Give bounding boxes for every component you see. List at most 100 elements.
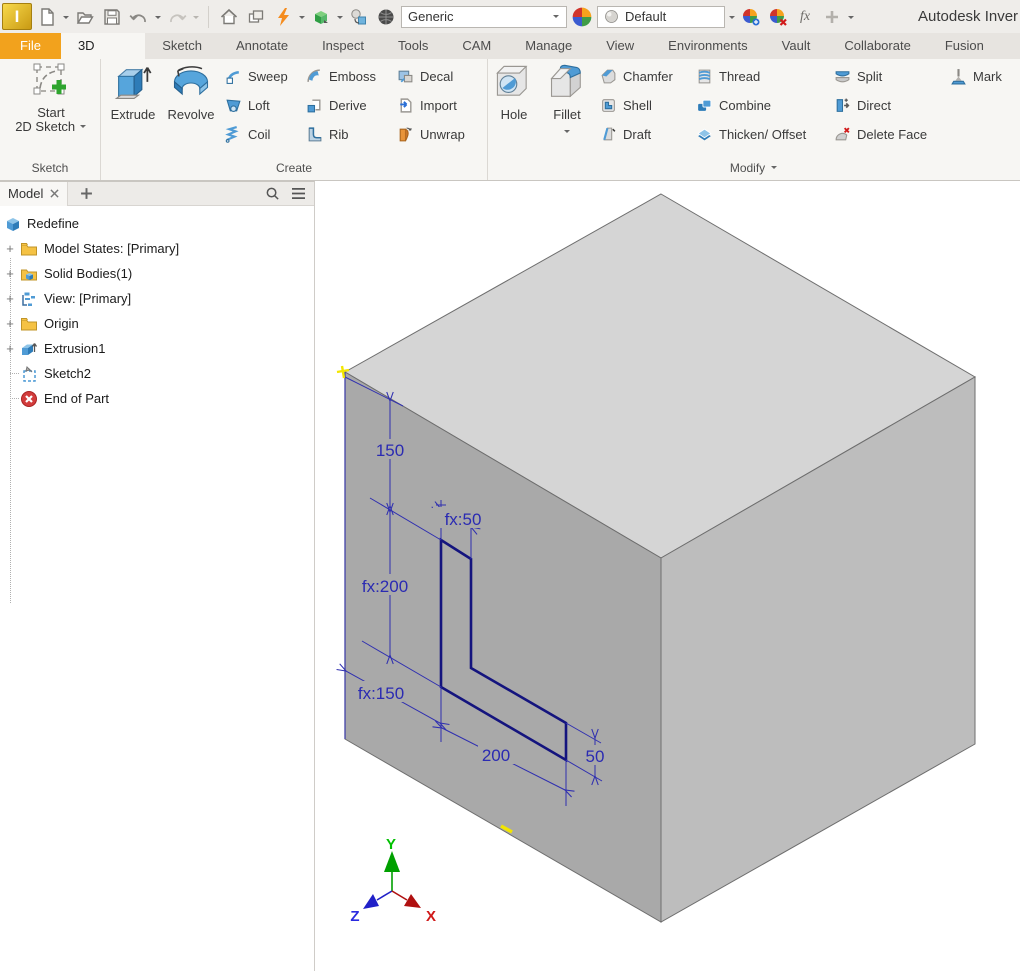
close-icon[interactable] xyxy=(50,189,59,198)
split-button[interactable]: Split xyxy=(834,66,944,86)
panel-create: Extrude Revolve Sweep Loft Coil xyxy=(101,59,488,180)
appearance-dropdown[interactable]: Default xyxy=(597,6,725,28)
search-icon[interactable] xyxy=(262,184,282,204)
material-icon[interactable] xyxy=(309,4,333,30)
extrude-button[interactable]: Extrude xyxy=(106,62,160,122)
cube-solid[interactable] xyxy=(345,194,975,922)
extrude-icon xyxy=(113,62,153,104)
clear-appearance-icon[interactable] xyxy=(766,4,790,30)
tree-item-view-rep[interactable]: + View: [Primary] xyxy=(0,286,314,311)
combine-button[interactable]: Combine xyxy=(696,95,828,115)
customize-qat-caret-icon[interactable] xyxy=(848,16,854,22)
color-wheel-icon[interactable] xyxy=(570,4,594,30)
add-command-icon[interactable] xyxy=(820,4,844,30)
draft-icon xyxy=(600,126,617,143)
dim-fx50[interactable]: fx:50 xyxy=(445,510,482,529)
tree-item-solid-bodies[interactable]: + Solid Bodies(1) xyxy=(0,261,314,286)
revolve-button[interactable]: Revolve xyxy=(162,62,220,122)
unwrap-button[interactable]: Unwrap xyxy=(397,124,485,144)
mark-button[interactable]: Mark xyxy=(950,66,1016,86)
tab-view[interactable]: View xyxy=(589,33,651,59)
fillet-caret-icon[interactable] xyxy=(564,130,570,136)
dim-200[interactable]: 200 xyxy=(482,746,510,765)
dim-fx200[interactable]: fx:200 xyxy=(362,577,408,596)
panel-label-modify[interactable]: Modify xyxy=(488,161,1020,175)
tree-item-sketch2[interactable]: Sketch2 xyxy=(0,361,314,386)
chamfer-button[interactable]: Chamfer xyxy=(600,66,692,86)
revolve-icon xyxy=(169,62,213,104)
tab-collaborate[interactable]: Collaborate xyxy=(827,33,928,59)
split-icon xyxy=(834,68,851,85)
render-style-sphere-icon[interactable] xyxy=(374,4,398,30)
new-document-icon[interactable] xyxy=(35,4,59,30)
panel-modify: Hole Fillet Chamfer Shell Draft xyxy=(488,59,1020,180)
tree-item-model-states[interactable]: + Model States: [Primary] xyxy=(0,236,314,261)
tab-tools[interactable]: Tools xyxy=(381,33,445,59)
appearance-dropdown-caret-icon[interactable] xyxy=(729,16,735,22)
dim-150[interactable]: 150 xyxy=(376,441,404,460)
dim-fx150[interactable]: fx:150 xyxy=(358,684,404,703)
redo-caret-icon[interactable] xyxy=(193,16,199,22)
tree-item-extrusion1[interactable]: + Extrusion1 xyxy=(0,336,314,361)
shell-icon xyxy=(600,97,617,114)
tab-cam[interactable]: CAM xyxy=(445,33,508,59)
tab-sketch[interactable]: Sketch xyxy=(145,33,219,59)
import-button[interactable]: Import xyxy=(397,95,485,115)
browser-menu-icon[interactable] xyxy=(288,184,308,204)
coil-button[interactable]: Coil xyxy=(225,124,303,144)
undo-caret-icon[interactable] xyxy=(155,16,161,22)
tree-item-origin[interactable]: + Origin xyxy=(0,311,314,336)
ribbon: Start 2D Sketch Sketch Extrude xyxy=(0,59,1020,181)
appearance-sphere-icon xyxy=(604,9,619,24)
appearance-swap-icon[interactable] xyxy=(347,4,371,30)
tab-manage[interactable]: Manage xyxy=(508,33,589,59)
loft-button[interactable]: Loft xyxy=(225,95,303,115)
tab-3d-model[interactable]: 3D Model xyxy=(61,33,145,59)
expand-icon[interactable]: + xyxy=(4,266,16,281)
quick-command-bolt-icon[interactable] xyxy=(271,4,295,30)
hole-button[interactable]: Hole xyxy=(490,62,538,122)
tab-annotate[interactable]: Annotate xyxy=(219,33,305,59)
sweep-button[interactable]: Sweep xyxy=(225,66,303,86)
tab-vault[interactable]: Vault xyxy=(765,33,828,59)
material-caret-icon[interactable] xyxy=(337,16,343,22)
save-icon[interactable] xyxy=(100,4,124,30)
browser-tab-model[interactable]: Model xyxy=(0,182,68,206)
tab-file[interactable]: File xyxy=(0,33,61,59)
bolt-caret-icon[interactable] xyxy=(299,16,305,22)
adjust-appearance-icon[interactable] xyxy=(739,4,763,30)
tree-item-end-of-part[interactable]: End of Part xyxy=(0,386,314,411)
parameters-fx-icon[interactable]: fx xyxy=(793,4,817,30)
expand-icon[interactable]: + xyxy=(4,316,16,331)
direct-button[interactable]: Direct xyxy=(834,95,944,115)
expand-icon[interactable]: + xyxy=(4,291,16,306)
add-browser-tab-icon[interactable] xyxy=(76,184,96,204)
open-icon[interactable] xyxy=(73,4,97,30)
tab-environments[interactable]: Environments xyxy=(651,33,764,59)
start-2d-sketch-button[interactable]: Start 2D Sketch xyxy=(5,62,97,134)
thread-button[interactable]: Thread xyxy=(696,66,828,86)
viewport-3d[interactable]: 150 fx:200 fx:50 fx:150 200 50 Y Z X xyxy=(316,181,1020,971)
tab-fusion-360[interactable]: Fusion 360 xyxy=(928,33,1020,59)
tree-item-part[interactable]: Redefine xyxy=(0,211,314,236)
draft-button[interactable]: Draft xyxy=(600,124,692,144)
undo-icon[interactable] xyxy=(127,4,151,30)
thicken-offset-button[interactable]: Thicken/ Offset xyxy=(696,124,828,144)
expand-icon[interactable]: + xyxy=(4,341,16,356)
decal-button[interactable]: Decal xyxy=(397,66,485,86)
delete-face-button[interactable]: Delete Face xyxy=(834,124,944,144)
expand-icon[interactable]: + xyxy=(4,241,16,256)
inventor-logo-icon[interactable]: I xyxy=(2,3,32,30)
shell-button[interactable]: Shell xyxy=(600,95,692,115)
tab-inspect[interactable]: Inspect xyxy=(305,33,381,59)
dim-50[interactable]: 50 xyxy=(586,747,605,766)
new-caret-icon[interactable] xyxy=(63,16,69,22)
fillet-button[interactable]: Fillet xyxy=(542,62,592,136)
rib-button[interactable]: Rib xyxy=(306,124,398,144)
home-icon[interactable] xyxy=(217,4,241,30)
emboss-button[interactable]: Emboss xyxy=(306,66,398,86)
derive-button[interactable]: Derive xyxy=(306,95,398,115)
copy-object-icon[interactable] xyxy=(244,4,268,30)
decal-icon xyxy=(397,68,414,85)
material-dropdown[interactable]: Generic xyxy=(401,6,567,28)
